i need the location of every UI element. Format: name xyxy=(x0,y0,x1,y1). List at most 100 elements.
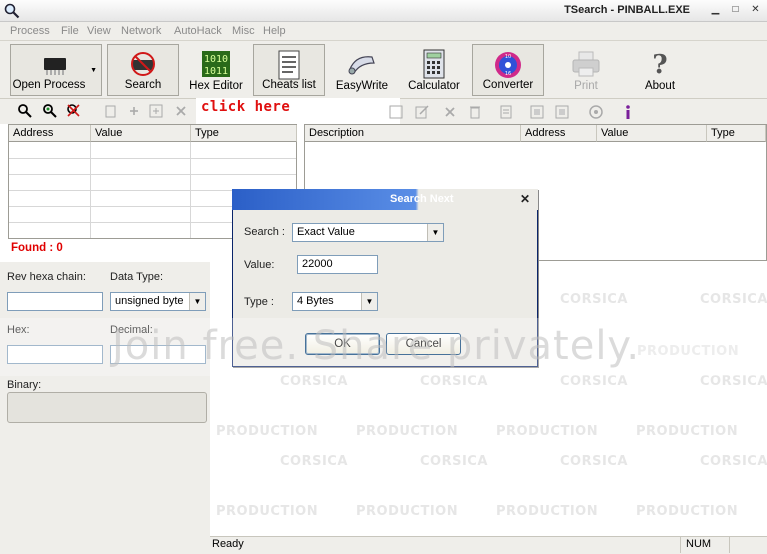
svg-text:16: 16 xyxy=(505,71,511,77)
chevron-down-icon[interactable]: ▼ xyxy=(361,293,377,310)
close-icon[interactable]: ✕ xyxy=(747,3,764,18)
remove-icon[interactable] xyxy=(442,104,458,120)
value-text: 22000 xyxy=(302,258,333,270)
export-icon[interactable] xyxy=(554,104,570,120)
value-input[interactable]: 22000 xyxy=(297,255,378,274)
find-icon[interactable] xyxy=(17,103,33,119)
column-address[interactable]: Address xyxy=(9,125,91,142)
edit-icon[interactable] xyxy=(388,104,404,120)
menu-file[interactable]: File xyxy=(61,25,79,37)
binary-label: Binary: xyxy=(7,379,42,391)
column-type[interactable]: Type xyxy=(707,125,766,142)
print-label: Print xyxy=(574,80,598,92)
search-chip-icon xyxy=(131,52,155,76)
find-next-icon[interactable] xyxy=(42,103,58,119)
print-button[interactable]: Print xyxy=(556,44,616,96)
info-icon[interactable] xyxy=(620,104,636,120)
svg-text:?: ? xyxy=(652,50,667,79)
num-lock-indicator: NUM xyxy=(686,538,712,550)
scroll-icon xyxy=(348,56,375,75)
click-here-annotation: click here xyxy=(201,99,291,115)
corsica-watermark: CORSICA xyxy=(700,454,767,469)
column-address[interactable]: Address xyxy=(521,125,597,142)
add-icon[interactable] xyxy=(126,103,142,119)
hex-editor-label: Hex Editor xyxy=(189,80,243,92)
dropdown-arrow-icon[interactable]: ▼ xyxy=(90,67,97,74)
production-watermark: PRODUCTION xyxy=(636,424,739,439)
search-button[interactable]: Search xyxy=(107,44,179,96)
menu-help[interactable]: Help xyxy=(263,25,286,37)
dialog-close-icon[interactable]: ✕ xyxy=(518,193,532,207)
open-process-label: Open Process xyxy=(12,79,86,91)
menu-misc[interactable]: Misc xyxy=(232,25,255,37)
data-type-value: unsigned byte xyxy=(115,295,184,307)
column-value[interactable]: Value xyxy=(597,125,707,142)
column-description[interactable]: Description xyxy=(305,125,521,142)
type-select[interactable]: 4 Bytes ▼ xyxy=(292,292,378,311)
binary-display[interactable] xyxy=(7,392,207,423)
production-watermark: PRODUCTION xyxy=(496,424,599,439)
open-process-button[interactable]: ▼ Open Process xyxy=(10,44,102,96)
rev-hexa-chain-input[interactable] xyxy=(7,292,103,311)
list-icon xyxy=(278,50,300,80)
about-button[interactable]: ? About xyxy=(628,44,692,96)
minimize-icon[interactable]: ▁ xyxy=(707,3,724,18)
corsica-watermark: CORSICA xyxy=(560,292,628,307)
question-icon: ? xyxy=(652,50,667,79)
window-title: TSearch - PINBALL.EXE xyxy=(564,4,690,16)
add-box-icon[interactable] xyxy=(148,103,164,119)
app-search-icon xyxy=(4,3,20,19)
settings-icon[interactable] xyxy=(588,104,604,120)
dialog-title: Search Next xyxy=(390,193,454,205)
corsica-watermark: CORSICA xyxy=(420,454,488,469)
converter-disc-icon: 10 16 xyxy=(495,52,521,78)
chevron-down-icon[interactable]: ▼ xyxy=(427,224,443,241)
search-mode-select[interactable]: Exact Value ▼ xyxy=(292,223,444,242)
type-label: Type : xyxy=(244,296,274,308)
corsica-watermark: CORSICA xyxy=(280,374,348,389)
column-type[interactable]: Type xyxy=(191,125,297,142)
hex-editor-button[interactable]: 1010 1011 Hex Editor xyxy=(182,44,250,96)
menu-autohack[interactable]: AutoHack xyxy=(174,25,222,37)
corsica-watermark: CORSICA xyxy=(420,374,488,389)
grid-line xyxy=(9,174,296,175)
maximize-icon[interactable]: □ xyxy=(727,3,744,18)
type-value: 4 Bytes xyxy=(297,295,334,307)
production-watermark: PRODUCTION xyxy=(216,424,319,439)
easywrite-button[interactable]: EasyWrite xyxy=(330,44,394,96)
column-value[interactable]: Value xyxy=(91,125,191,142)
delete-icon[interactable] xyxy=(173,103,189,119)
svg-text:10: 10 xyxy=(505,54,511,60)
calculator-icon xyxy=(423,49,445,79)
trash-icon[interactable] xyxy=(467,104,483,120)
menu-network[interactable]: Network xyxy=(121,25,161,37)
calculator-button[interactable]: Calculator xyxy=(402,44,466,96)
join-free-watermark: Join free. Share privately. xyxy=(112,323,641,369)
corsica-watermark: CORSICA xyxy=(280,454,348,469)
printer-icon xyxy=(572,51,600,77)
main-toolbar: ▼ Open Process Search 1010 1011 Hex Edit… xyxy=(0,41,767,99)
chip-icon xyxy=(44,58,66,75)
data-type-select[interactable]: unsigned byte ▼ xyxy=(110,292,206,311)
calculator-label: Calculator xyxy=(408,80,460,92)
converter-button[interactable]: 10 16 Converter xyxy=(472,44,544,96)
copy-icon[interactable] xyxy=(103,103,119,119)
cheats-list-button[interactable]: Cheats list xyxy=(253,44,325,96)
menu-process[interactable]: Process xyxy=(10,25,50,37)
chevron-down-icon[interactable]: ▼ xyxy=(189,293,205,310)
import-icon[interactable] xyxy=(529,104,545,120)
easywrite-label: EasyWrite xyxy=(335,80,389,92)
cheats-list-label: Cheats list xyxy=(262,79,316,91)
binary-icon: 1010 1011 xyxy=(202,51,230,77)
menu-view[interactable]: View xyxy=(87,25,111,37)
svg-text:1010: 1010 xyxy=(204,54,228,65)
document-icon[interactable] xyxy=(498,104,514,120)
production-watermark: PRODUCTION xyxy=(356,504,459,519)
svg-text:1011: 1011 xyxy=(204,66,228,77)
converter-label: Converter xyxy=(482,79,534,91)
write-icon[interactable] xyxy=(414,104,430,120)
value-label: Value: xyxy=(244,259,275,271)
corsica-watermark: CORSICA xyxy=(700,374,767,389)
clear-search-icon[interactable] xyxy=(66,103,82,119)
rev-hexa-chain-label: Rev hexa chain: xyxy=(7,271,86,283)
